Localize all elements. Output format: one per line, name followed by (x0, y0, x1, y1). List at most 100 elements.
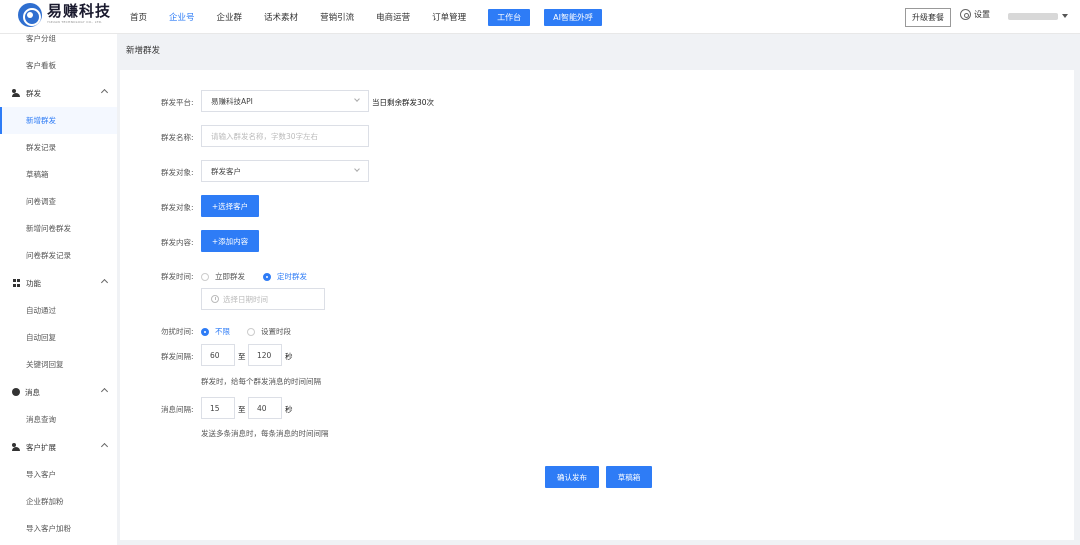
interval-description: 群发时，给每个群发消息的时间间隔 (201, 377, 321, 386)
mass-send-form: 群发平台: 易赚科技API 当日剩余群发30次 群发名称: 请输入群发名称，字数… (120, 70, 1074, 540)
sidebar-item-group-fans[interactable]: 企业群加粉 (0, 488, 117, 515)
clock-icon (211, 295, 219, 303)
sidebar-group-label: 客户扩展 (26, 442, 56, 452)
brand-subtitle: YIZUAN TECHNOLOGY CO., LTD. (47, 20, 103, 24)
chevron-up-icon (100, 387, 109, 396)
radio-label: 设置时段 (261, 327, 291, 336)
main-nav: 首页 企业号 企业群 话术素材 营销引流 电商运营 订单管理 工作台 AI智能外… (130, 0, 616, 34)
chevron-down-icon (354, 166, 360, 172)
radio-checked-icon (263, 272, 271, 281)
platform-value: 易赚科技API (211, 96, 253, 106)
radio-dnd-set-period[interactable]: 设置时段 (247, 326, 291, 337)
caret-down-icon[interactable] (1062, 14, 1068, 18)
mass-send-name-input[interactable]: 请输入群发名称，字数30字左右 (201, 125, 369, 147)
content-label: 群发内容: (161, 238, 194, 247)
sidebar-item-auto-reply[interactable]: 自动回复 (0, 324, 117, 351)
nav-enterprise-account[interactable]: 企业号 (169, 11, 195, 23)
datetime-picker[interactable]: 选择日期时间 (201, 288, 325, 310)
sidebar-group-functions[interactable]: 功能 (0, 269, 117, 297)
sidebar-item-mass-send-records[interactable]: 群发记录 (0, 134, 117, 161)
msg-interval-unit: 秒 (285, 405, 293, 414)
settings-button[interactable]: 设置 (960, 9, 990, 20)
nav-ecommerce[interactable]: 电商运营 (376, 11, 410, 23)
name-placeholder: 请输入群发名称，字数30字左右 (211, 131, 319, 141)
interval-min-input[interactable]: 60 (201, 344, 235, 366)
target-type-value: 群发客户 (211, 166, 241, 176)
radio-label: 立即群发 (215, 272, 245, 281)
upgrade-button[interactable]: 升级套餐 (905, 8, 951, 27)
sidebar-group-mass-send[interactable]: 群发 (0, 79, 117, 107)
chevron-up-icon (100, 442, 109, 451)
radio-checked-icon (201, 327, 209, 336)
sidebar-item-survey-send-records[interactable]: 问卷群发记录 (0, 242, 117, 269)
sidebar-item-new-survey-send[interactable]: 新增问卷群发 (0, 215, 117, 242)
chevron-up-icon (100, 88, 109, 97)
msg-interval-max-input[interactable]: 40 (248, 397, 282, 419)
sidebar-item-auto-accept[interactable]: 自动通过 (0, 297, 117, 324)
message-icon (12, 388, 20, 396)
user-add-icon (12, 443, 21, 451)
radio-icon (247, 327, 255, 336)
radio-label: 定时群发 (277, 272, 307, 281)
platform-label: 群发平台: (161, 98, 194, 107)
target-type-select[interactable]: 群发客户 (201, 160, 369, 182)
interval-to: 至 (238, 352, 246, 361)
sidebar-item-import-customers[interactable]: 导入客户 (0, 461, 117, 488)
dnd-label: 勿扰时间: (161, 327, 194, 336)
sidebar: 客户分组 客户看板 群发 新增群发 群发记录 草稿箱 问卷调查 新增问卷群发 问… (0, 34, 117, 545)
time-label: 群发时间: (161, 272, 194, 281)
msg-interval-label: 消息间隔: (161, 405, 194, 414)
confirm-publish-button[interactable]: 确认发布 (545, 466, 599, 488)
sidebar-item-new-mass-send[interactable]: 新增群发 (0, 107, 117, 134)
msg-interval-min-input[interactable]: 15 (201, 397, 235, 419)
nav-scripts[interactable]: 话术素材 (264, 11, 298, 23)
add-content-button[interactable]: +添加内容 (201, 230, 259, 252)
sidebar-item-drafts[interactable]: 草稿箱 (0, 161, 117, 188)
logo-icon (18, 3, 42, 27)
users-icon (12, 89, 21, 97)
platform-select[interactable]: 易赚科技API (201, 90, 369, 112)
sidebar-group-label: 功能 (26, 278, 41, 288)
gear-icon (960, 9, 971, 20)
settings-label: 设置 (974, 10, 990, 19)
brand-name: 易赚科技 (47, 2, 112, 20)
drafts-button[interactable]: 草稿箱 (606, 466, 652, 488)
datetime-placeholder: 选择日期时间 (223, 294, 268, 304)
workbench-button[interactable]: 工作台 (488, 8, 531, 26)
sidebar-group-customer-expand[interactable]: 客户扩展 (0, 433, 117, 461)
sidebar-item-message-query[interactable]: 消息查询 (0, 406, 117, 433)
radio-send-now[interactable]: 立即群发 (201, 271, 245, 282)
interval-label: 群发间隔: (161, 352, 194, 361)
sidebar-group-label: 消息 (25, 387, 40, 397)
grid-icon (12, 279, 21, 287)
interval-max-input[interactable]: 120 (248, 344, 282, 366)
radio-scheduled-send[interactable]: 定时群发 (263, 271, 307, 282)
target-pick-label: 群发对象: (161, 203, 194, 212)
sidebar-item-customer-board[interactable]: 客户看板 (0, 52, 117, 79)
user-name[interactable] (1008, 13, 1058, 20)
radio-dnd-unlimited[interactable]: 不限 (201, 326, 230, 337)
nav-marketing[interactable]: 营销引流 (320, 11, 354, 23)
top-navbar: 易赚科技 YIZUAN TECHNOLOGY CO., LTD. 首页 企业号 … (0, 0, 1080, 34)
name-label: 群发名称: (161, 133, 194, 142)
target-label: 群发对象: (161, 168, 194, 177)
nav-orders[interactable]: 订单管理 (432, 11, 466, 23)
sidebar-group-messages[interactable]: 消息 (0, 378, 117, 406)
msg-interval-to: 至 (238, 405, 246, 414)
ai-call-button[interactable]: AI智能外呼 (544, 8, 602, 26)
sidebar-group-label: 群发 (26, 88, 41, 98)
nav-home[interactable]: 首页 (130, 11, 147, 23)
sidebar-item-customer-group[interactable]: 客户分组 (0, 34, 117, 52)
interval-unit: 秒 (285, 352, 293, 361)
page-title: 新增群发 (126, 46, 161, 56)
nav-enterprise-group[interactable]: 企业群 (217, 11, 243, 23)
sidebar-item-import-customer-fans[interactable]: 导入客户加粉 (0, 515, 117, 542)
remaining-sends-hint: 当日剩余群发30次 (372, 98, 435, 107)
sidebar-item-keyword-reply[interactable]: 关键词回复 (0, 351, 117, 378)
brand-logo[interactable]: 易赚科技 YIZUAN TECHNOLOGY CO., LTD. (18, 3, 111, 27)
chevron-down-icon (354, 96, 360, 102)
sidebar-item-survey[interactable]: 问卷调查 (0, 188, 117, 215)
msg-interval-description: 发送多条消息时，每条消息的时间间隔 (201, 429, 329, 438)
radio-icon (201, 272, 209, 281)
select-customers-button[interactable]: +选择客户 (201, 195, 259, 217)
